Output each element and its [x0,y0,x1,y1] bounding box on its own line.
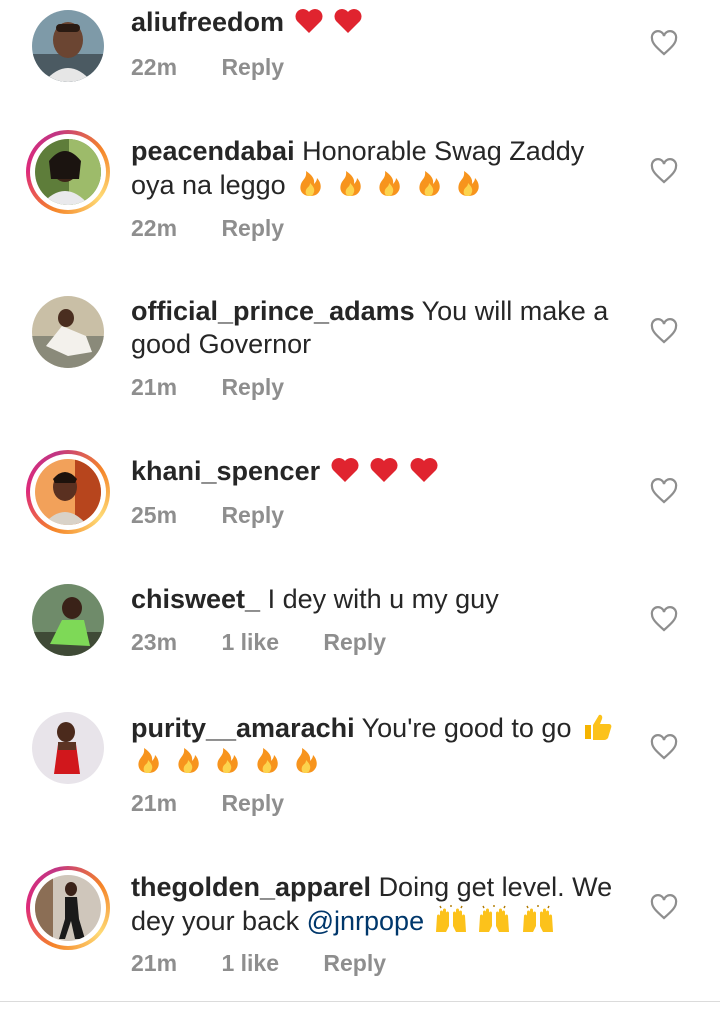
heart-outline-icon[interactable] [650,318,678,344]
comment-time: 22m [131,54,178,80]
reply-button[interactable]: Reply [221,215,284,242]
comment-text: peacendabai Honorable Swag Zaddy oya na … [131,135,621,202]
like-count[interactable]: 1 like [221,629,279,656]
comment-time: 25m [131,502,178,528]
comment-meta: 21m Reply [131,790,322,817]
fire-emoji-icon [300,171,321,196]
reply-button[interactable]: Reply [323,950,386,977]
comment-username[interactable]: thegolden_apparel [131,872,371,902]
avatar-image [35,139,101,205]
comment-emojis [432,905,555,936]
avatar[interactable] [26,578,110,662]
heart-emoji-icon [370,458,398,482]
comment-time: 21m [131,950,178,976]
comment-meta: 25m Reply [131,502,322,529]
comment-username[interactable]: khani_spencer [131,456,320,486]
reply-button[interactable]: Reply [221,54,284,81]
fire-emoji-icon [379,171,400,196]
fire-emoji-icon [217,748,238,773]
comment-body: I dey with u my guy [267,584,499,614]
thumbs-up-emoji-icon [584,714,612,740]
comment-text: chisweet_ I dey with u my guy [131,583,621,616]
avatar-image [32,584,104,656]
raised-hands-emoji-icon [522,905,553,932]
comment-meta: 21m Reply [131,374,322,401]
comment-meta: 23m 1 like Reply [131,629,424,656]
avatar-image [32,10,104,82]
heart-emoji-icon [331,458,359,482]
avatar[interactable] [26,130,110,214]
heart-outline-icon[interactable] [650,734,678,760]
comment-text: aliufreedom [131,6,621,39]
avatar[interactable] [26,450,110,534]
comment-meta: 22m Reply [131,215,322,242]
fire-emoji-icon [138,748,159,773]
fire-emoji-icon [340,171,361,196]
reply-button[interactable]: Reply [323,629,386,656]
comment-emojis [328,456,439,486]
heart-outline-icon[interactable] [650,894,678,920]
comment-time: 22m [131,215,178,241]
comment-time: 23m [131,629,178,655]
comment-meta: 21m 1 like Reply [131,950,424,977]
comment-text: khani_spencer [131,455,621,488]
comment-emojis [293,170,483,200]
reply-button[interactable]: Reply [221,374,284,401]
mention-link[interactable]: @jnrpope [307,906,424,936]
avatar-image [35,459,101,525]
avatar-image [35,875,101,941]
avatar-image [32,296,104,368]
avatar-image [32,712,104,784]
heart-emoji-icon [295,9,323,34]
heart-emoji-icon [410,458,438,482]
raised-hands-emoji-icon [479,905,510,932]
reply-button[interactable]: Reply [221,502,284,529]
comment-text: official_prince_adams You will make a go… [131,295,621,361]
avatar[interactable] [26,4,110,88]
avatar[interactable] [26,290,110,374]
fire-emoji-icon [458,171,479,196]
fire-emoji-icon [296,748,317,773]
comment-time: 21m [131,374,178,400]
comment-username[interactable]: aliufreedom [131,7,284,37]
heart-outline-icon[interactable] [650,606,678,632]
heart-outline-icon[interactable] [650,30,678,56]
comment-username[interactable]: chisweet_ [131,584,260,614]
raised-hands-emoji-icon [435,905,466,932]
like-count[interactable]: 1 like [221,950,279,977]
divider [0,1001,720,1002]
comment-username[interactable]: purity__amarachi [131,713,355,743]
comment-username[interactable]: official_prince_adams [131,296,415,326]
comment-username[interactable]: peacendabai [131,136,295,166]
fire-emoji-icon [419,171,440,196]
fire-emoji-icon [177,748,199,773]
fire-emoji-icon [256,748,278,773]
heart-outline-icon[interactable] [650,478,678,504]
comment-meta: 22m Reply [131,54,322,81]
reply-button[interactable]: Reply [221,790,284,817]
heart-emoji-icon [334,9,362,34]
comment-text: thegolden_apparel Doing get level. We de… [131,871,621,938]
comment-body: You're good to go [361,713,572,743]
avatar[interactable] [26,866,110,950]
heart-outline-icon[interactable] [650,158,678,184]
comment-time: 21m [131,790,178,816]
comment-text: purity__amarachi You're good to go [131,711,621,779]
avatar[interactable] [26,706,110,790]
comment-emojis [292,7,364,37]
